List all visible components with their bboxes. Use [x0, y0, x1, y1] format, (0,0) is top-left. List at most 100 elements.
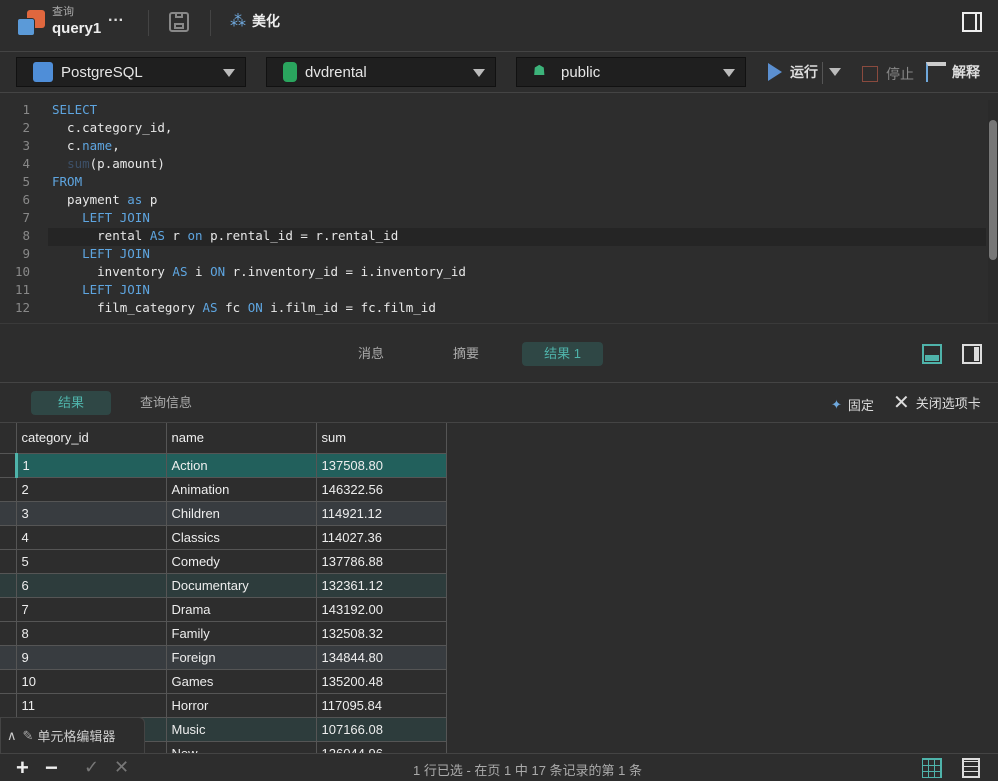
table-row[interactable]: 7 Drama 143192.00: [0, 597, 447, 622]
row-gutter[interactable]: [0, 477, 17, 502]
table-row[interactable]: 8 Family 132508.32: [0, 621, 447, 646]
row-gutter[interactable]: [0, 597, 17, 622]
table-cell[interactable]: Documentary: [165, 573, 317, 598]
table-cell[interactable]: 137786.88: [315, 549, 447, 574]
table-cell[interactable]: 107166.08: [315, 717, 447, 742]
row-gutter[interactable]: [0, 573, 17, 598]
table-cell[interactable]: Children: [165, 501, 317, 526]
more-button[interactable]: ···: [108, 12, 124, 30]
row-gutter[interactable]: [0, 525, 17, 550]
close-tab-button[interactable]: ✕ 关闭选项卡: [893, 393, 981, 413]
table-row[interactable]: 5 Comedy 137786.88: [0, 549, 447, 574]
table-cell[interactable]: 9: [15, 645, 167, 670]
run-button[interactable]: 运行: [768, 62, 818, 82]
table-cell[interactable]: Classics: [165, 525, 317, 550]
code-line: LEFT JOIN: [52, 210, 150, 225]
table-cell[interactable]: 132508.32: [315, 621, 447, 646]
form-view-icon[interactable]: [962, 758, 980, 778]
pencil-icon: ✎: [22, 727, 34, 743]
row-gutter[interactable]: [0, 549, 17, 574]
grid-view-icon[interactable]: [922, 758, 942, 778]
table-cell[interactable]: Comedy: [165, 549, 317, 574]
beautify-button[interactable]: ⁂ 美化: [230, 11, 280, 31]
query-title[interactable]: query1: [52, 20, 101, 37]
cell-editor-toggle[interactable]: ∧ ✎ 单元格编辑器: [0, 717, 145, 753]
table-row[interactable]: 11 Horror 117095.84: [0, 693, 447, 718]
table-cell[interactable]: Drama: [165, 597, 317, 622]
tab-summary[interactable]: 摘要: [440, 342, 492, 366]
row-gutter[interactable]: [0, 693, 17, 718]
table-row[interactable]: 9 Foreign 134844.80: [0, 645, 447, 670]
divider: [822, 62, 823, 84]
row-gutter[interactable]: [0, 453, 18, 478]
tab-messages[interactable]: 消息: [345, 342, 397, 366]
table-cell[interactable]: 5: [15, 549, 167, 574]
table-cell[interactable]: Horror: [165, 693, 317, 718]
column-header[interactable]: category_id: [15, 423, 167, 454]
table-cell[interactable]: Family: [165, 621, 317, 646]
row-gutter[interactable]: [0, 501, 17, 526]
table-cell[interactable]: 132361.12: [315, 573, 447, 598]
table-cell[interactable]: 4: [15, 525, 167, 550]
line-number: 10: [14, 264, 30, 279]
explain-button[interactable]: 解释: [926, 62, 980, 82]
save-icon[interactable]: [169, 12, 189, 32]
table-cell[interactable]: 1: [15, 453, 167, 478]
table-cell[interactable]: 11: [15, 693, 167, 718]
table-cell[interactable]: 117095.84: [315, 693, 447, 718]
table-cell[interactable]: Action: [165, 453, 317, 478]
table-cell[interactable]: 2: [15, 477, 167, 502]
code-line: rental AS r on p.rental_id = r.rental_id: [52, 228, 398, 243]
row-gutter[interactable]: [0, 645, 17, 670]
table-cell[interactable]: Music: [165, 717, 317, 742]
table-row[interactable]: 4 Classics 114027.36: [0, 525, 447, 550]
table-row[interactable]: 2 Animation 146322.56: [0, 477, 447, 502]
column-header[interactable]: name: [165, 423, 317, 454]
line-number: 3: [22, 138, 30, 153]
stop-button[interactable]: 停止: [862, 64, 914, 84]
code-token: AS: [172, 264, 188, 279]
table-cell[interactable]: 114921.12: [315, 501, 447, 526]
table-row[interactable]: 10 Games 135200.48: [0, 669, 447, 694]
editor-scrollbar[interactable]: [988, 100, 998, 322]
layout-right-icon[interactable]: [962, 344, 982, 364]
query-subtitle: 查询: [52, 6, 74, 18]
status-bar: + − ✓ ✕ 1 行已选 - 在页 1 中 17 条记录的第 1 条: [0, 753, 998, 780]
table-cell[interactable]: 3: [15, 501, 167, 526]
run-label: 运行: [790, 64, 818, 80]
column-header[interactable]: sum: [315, 423, 447, 454]
subtab-query-info[interactable]: 查询信息: [134, 391, 198, 415]
table-row[interactable]: 1 Action 137508.80: [0, 453, 447, 478]
code-line: LEFT JOIN: [52, 246, 150, 261]
tab-result-1[interactable]: 结果 1: [522, 342, 603, 366]
table-cell[interactable]: Foreign: [165, 645, 317, 670]
subtab-results[interactable]: 结果: [31, 391, 111, 415]
table-cell[interactable]: 146322.56: [315, 477, 447, 502]
line-number: 7: [22, 210, 30, 225]
table-cell[interactable]: 114027.36: [315, 525, 447, 550]
table-row[interactable]: 3 Children 114921.12: [0, 501, 447, 526]
table-row[interactable]: 6 Documentary 132361.12: [0, 573, 447, 598]
run-options-dropdown[interactable]: [829, 68, 841, 76]
table-cell[interactable]: 135200.48: [315, 669, 447, 694]
table-cell[interactable]: 134844.80: [315, 645, 447, 670]
table-cell[interactable]: 7: [15, 597, 167, 622]
table-cell[interactable]: 10: [15, 669, 167, 694]
layout-bottom-icon[interactable]: [922, 344, 942, 364]
database-select[interactable]: dvdrental: [266, 57, 496, 87]
table-cell[interactable]: 143192.00: [315, 597, 447, 622]
table-cell[interactable]: 137508.80: [315, 453, 447, 478]
table-cell[interactable]: Games: [165, 669, 317, 694]
table-cell[interactable]: 8: [15, 621, 167, 646]
pin-button[interactable]: ✦ 固定: [831, 395, 874, 414]
sql-editor[interactable]: 1 SELECT 2 c.category_id, 3 c.name, 4 sum(p.…: [0, 94, 998, 323]
toggle-panel-icon[interactable]: [962, 12, 982, 32]
schema-select[interactable]: ☗ public: [516, 57, 746, 87]
stop-icon: [862, 66, 878, 82]
table-cell[interactable]: Animation: [165, 477, 317, 502]
row-gutter[interactable]: [0, 621, 17, 646]
table-cell[interactable]: 6: [15, 573, 167, 598]
db-type-select[interactable]: PostgreSQL: [16, 57, 246, 87]
row-gutter[interactable]: [0, 669, 17, 694]
